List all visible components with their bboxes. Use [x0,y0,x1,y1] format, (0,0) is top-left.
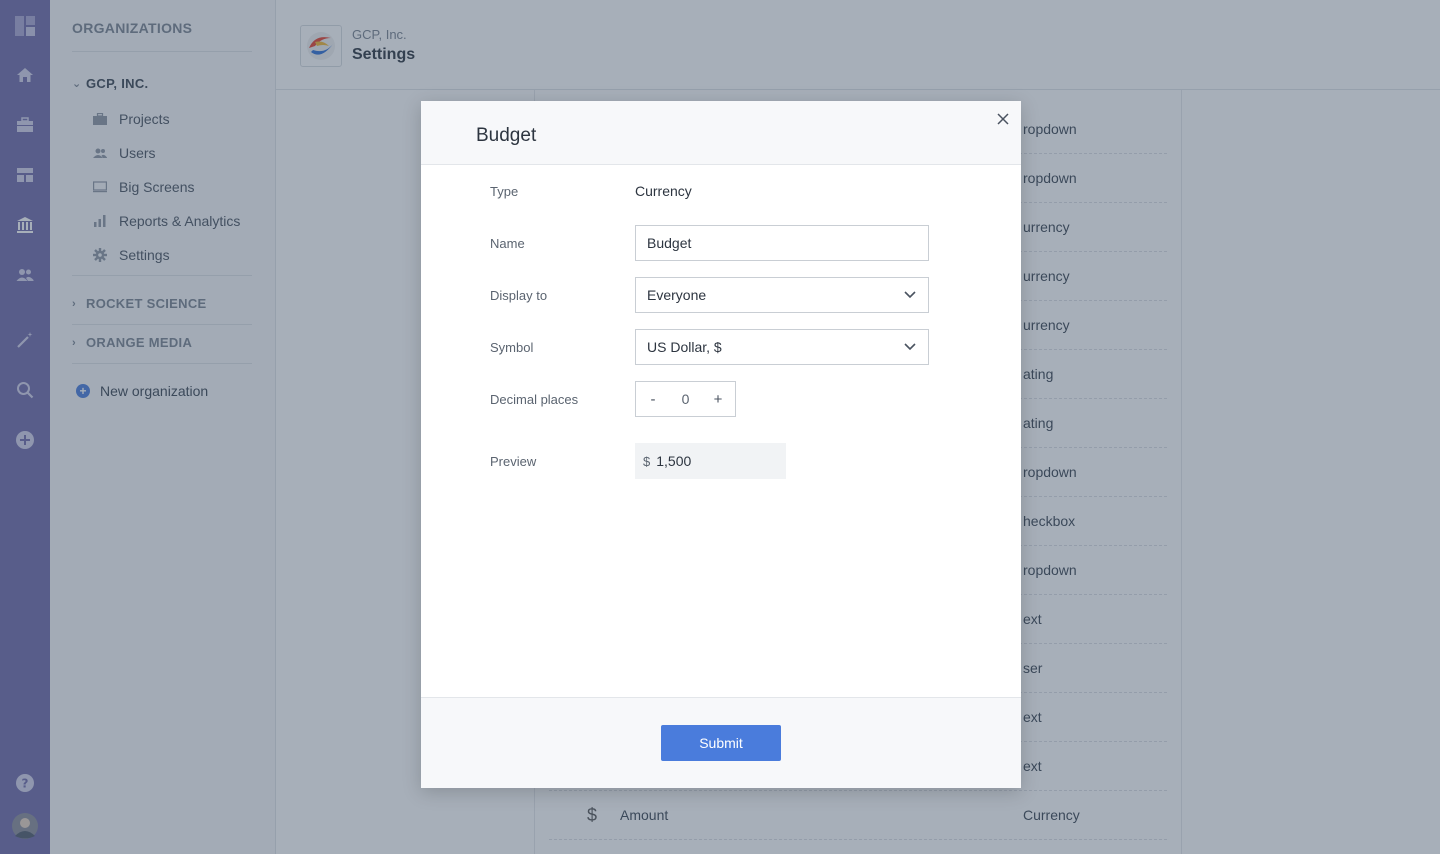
currency-symbol: $ [643,453,651,469]
display-to-value: Everyone [647,287,707,303]
close-button[interactable] [993,109,1013,129]
symbol-select[interactable]: US Dollar, $ [635,329,929,365]
decimal-places-label: Decimal places [490,392,579,407]
close-icon [997,113,1009,125]
decrement-button[interactable]: - [636,382,670,416]
modal-header: Budget [421,101,1021,165]
modal-footer: Submit [421,697,1021,788]
preview-label: Preview [490,454,537,469]
symbol-value: US Dollar, $ [647,339,722,355]
submit-button[interactable]: Submit [661,725,781,761]
chevron-down-icon [903,340,917,354]
decimal-places-value[interactable]: 0 [670,391,701,407]
chevron-down-icon [903,288,917,302]
display-to-select[interactable]: Everyone [635,277,929,313]
increment-button[interactable]: + [701,382,735,416]
modal-title: Budget [476,125,537,146]
budget-field-modal: Budget Type Currency Name Budget Display… [421,101,1021,788]
symbol-label: Symbol [490,340,534,355]
name-label: Name [490,236,525,251]
decimal-places-stepper: - 0 + [635,381,736,417]
type-value: Currency [635,183,692,199]
display-to-label: Display to [490,288,548,303]
name-input-value: Budget [647,235,692,251]
preview-value: 1,500 [656,453,692,469]
type-label: Type [490,184,519,199]
preview-field: $ 1,500 [635,443,786,479]
name-input[interactable]: Budget [635,225,929,261]
